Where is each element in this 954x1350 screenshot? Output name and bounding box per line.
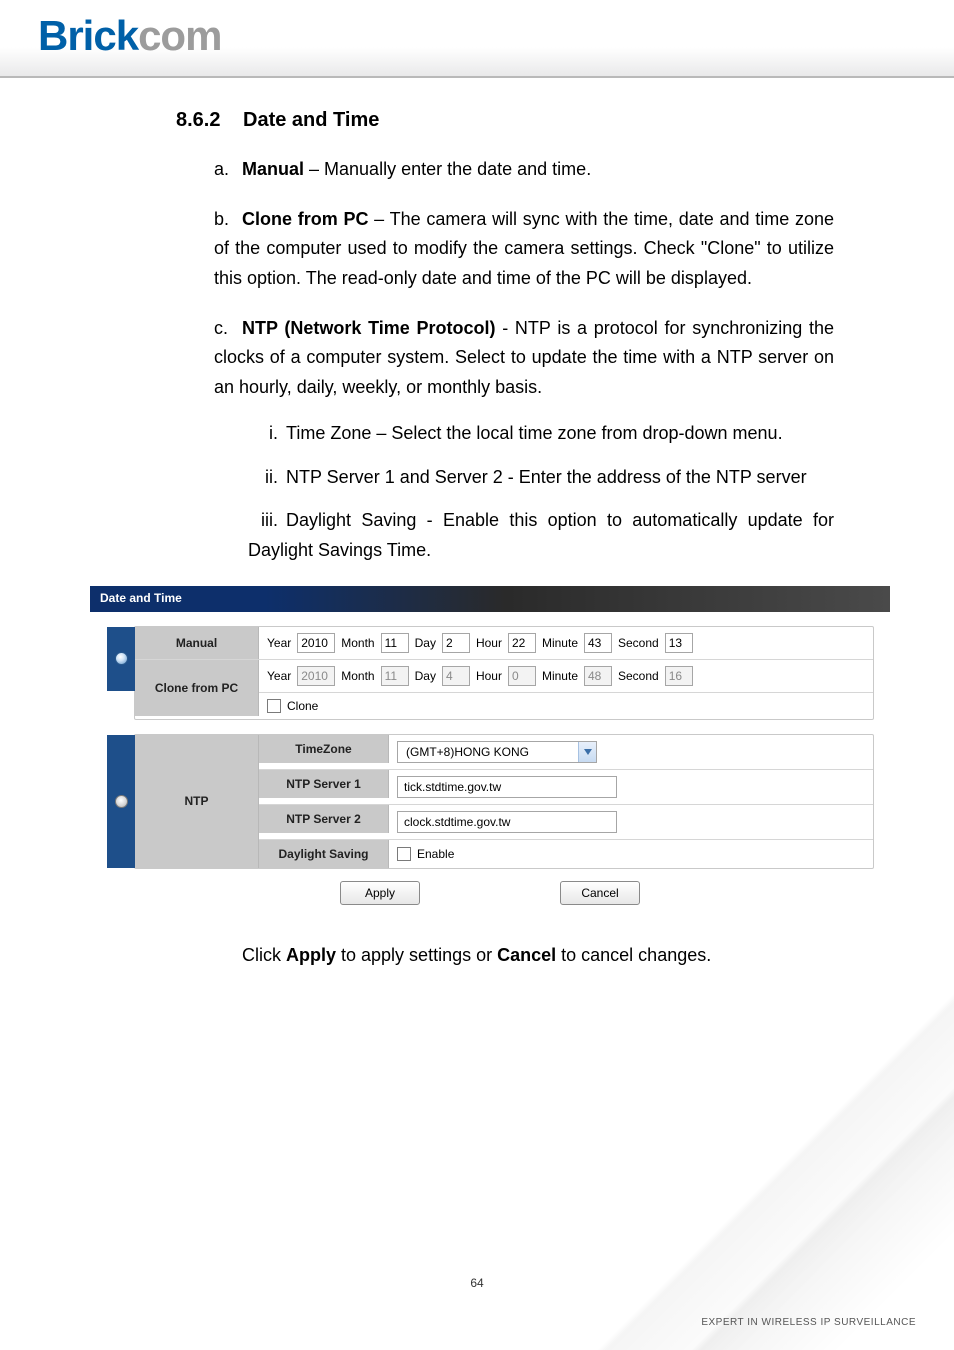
clonepc-minute-input [584,666,612,686]
timezone-value: (GMT+8)HONG KONG [398,745,578,759]
item-label: Clone from PC [242,209,368,229]
list-item-c: c.NTP (Network Time Protocol) - NTP is a… [214,314,834,566]
item-label: Manual [242,159,304,179]
roman-text: Daylight Saving - Enable this option to … [248,510,834,560]
manual-row: Year Month Day Hour Minute Second [259,627,873,659]
clonepc-month-input [381,666,409,686]
after-panel-text: Click Apply to apply settings or Cancel … [242,941,834,971]
lbl-year: Year [267,636,291,650]
footer-tagline: EXPERT IN WIRELESS IP SURVEILLANCE [701,1317,916,1328]
logo-part-brick: Brick [38,12,138,60]
panel-header: Date and Time [90,586,890,612]
lbl-minute: Minute [542,669,578,683]
label-timezone: TimeZone [259,735,389,763]
roman-text: Time Zone – Select the local time zone f… [286,423,783,443]
sublist-item-iii: iii.Daylight Saving - Enable this option… [248,506,834,565]
logo-bar: Brickcom [0,0,954,78]
manual-month-input[interactable] [381,633,409,653]
clonepc-day-input [442,666,470,686]
group-manual-clone: Manual Year Month Day Hour Minute [134,626,874,720]
ntp1-input[interactable] [397,776,617,798]
manual-day-input[interactable] [442,633,470,653]
item-letter: c. [214,314,242,344]
clonepc-row: Year Month Day Hour Minute [259,660,873,692]
clone-checkbox[interactable] [267,699,281,713]
brand-logo: Brickcom [38,12,954,60]
manual-hour-input[interactable] [508,633,536,653]
section-heading: 8.6.2 Date and Time [176,104,834,137]
label-ntp2: NTP Server 2 [259,805,389,833]
lbl-hour: Hour [476,669,502,683]
label-ntp: NTP [135,735,259,868]
group-ntp: NTP TimeZone (GMT+8)HONG KONG [134,734,874,869]
lbl-year: Year [267,669,291,683]
date-time-panel: Date and Time Manual Year Month [90,586,890,917]
list-item-a: a.Manual – Manually enter the date and t… [214,155,834,185]
radio-ntp[interactable] [107,735,135,868]
label-clone-pc: Clone from PC [135,660,259,716]
manual-second-input[interactable] [665,633,693,653]
item-letter: a. [214,155,242,185]
radio-unselected-icon [115,795,128,808]
item-text: – Manually enter the date and time. [304,159,591,179]
roman-text: NTP Server 1 and Server 2 - Enter the ad… [286,467,807,487]
lbl-second: Second [618,636,659,650]
lbl-month: Month [341,636,374,650]
page-number: 64 [0,1276,954,1290]
clonepc-year-input [297,666,335,686]
logo-part-com: com [138,12,221,60]
lbl-hour: Hour [476,636,502,650]
lbl-day: Day [415,636,436,650]
clone-check-row: Clone [259,692,873,719]
clone-checkbox-label: Clone [287,699,318,713]
clonepc-second-input [665,666,693,686]
lbl-month: Month [341,669,374,683]
radio-selected-icon [115,652,128,665]
label-ntp1: NTP Server 1 [259,770,389,798]
chevron-down-icon [578,742,596,762]
label-manual: Manual [135,627,259,659]
lbl-second: Second [618,669,659,683]
daylight-checkbox[interactable] [397,847,411,861]
clonepc-hour-input [508,666,536,686]
lbl-minute: Minute [542,636,578,650]
apply-button[interactable]: Apply [340,881,420,905]
manual-minute-input[interactable] [584,633,612,653]
lbl-day: Day [415,669,436,683]
ntp2-input[interactable] [397,811,617,833]
roman-mark: iii. [248,506,278,536]
list-item-b: b.Clone from PC – The camera will sync w… [214,205,834,294]
sublist-item-i: i. Time Zone – Select the local time zone… [248,419,834,449]
timezone-select[interactable]: (GMT+8)HONG KONG [397,741,597,763]
roman-mark: i. [248,419,278,449]
label-daylight: Daylight Saving [259,840,389,868]
sublist-item-ii: ii. NTP Server 1 and Server 2 - Enter the… [248,463,834,493]
cancel-button[interactable]: Cancel [560,881,640,905]
section-title: Date and Time [243,109,379,131]
manual-year-input[interactable] [297,633,335,653]
item-label: NTP (Network Time Protocol) [242,318,496,338]
item-letter: b. [214,205,242,235]
daylight-enable-label: Enable [417,847,454,861]
radio-manual-clone[interactable] [107,627,135,691]
roman-mark: ii. [248,463,278,493]
section-number: 8.6.2 [176,104,238,137]
